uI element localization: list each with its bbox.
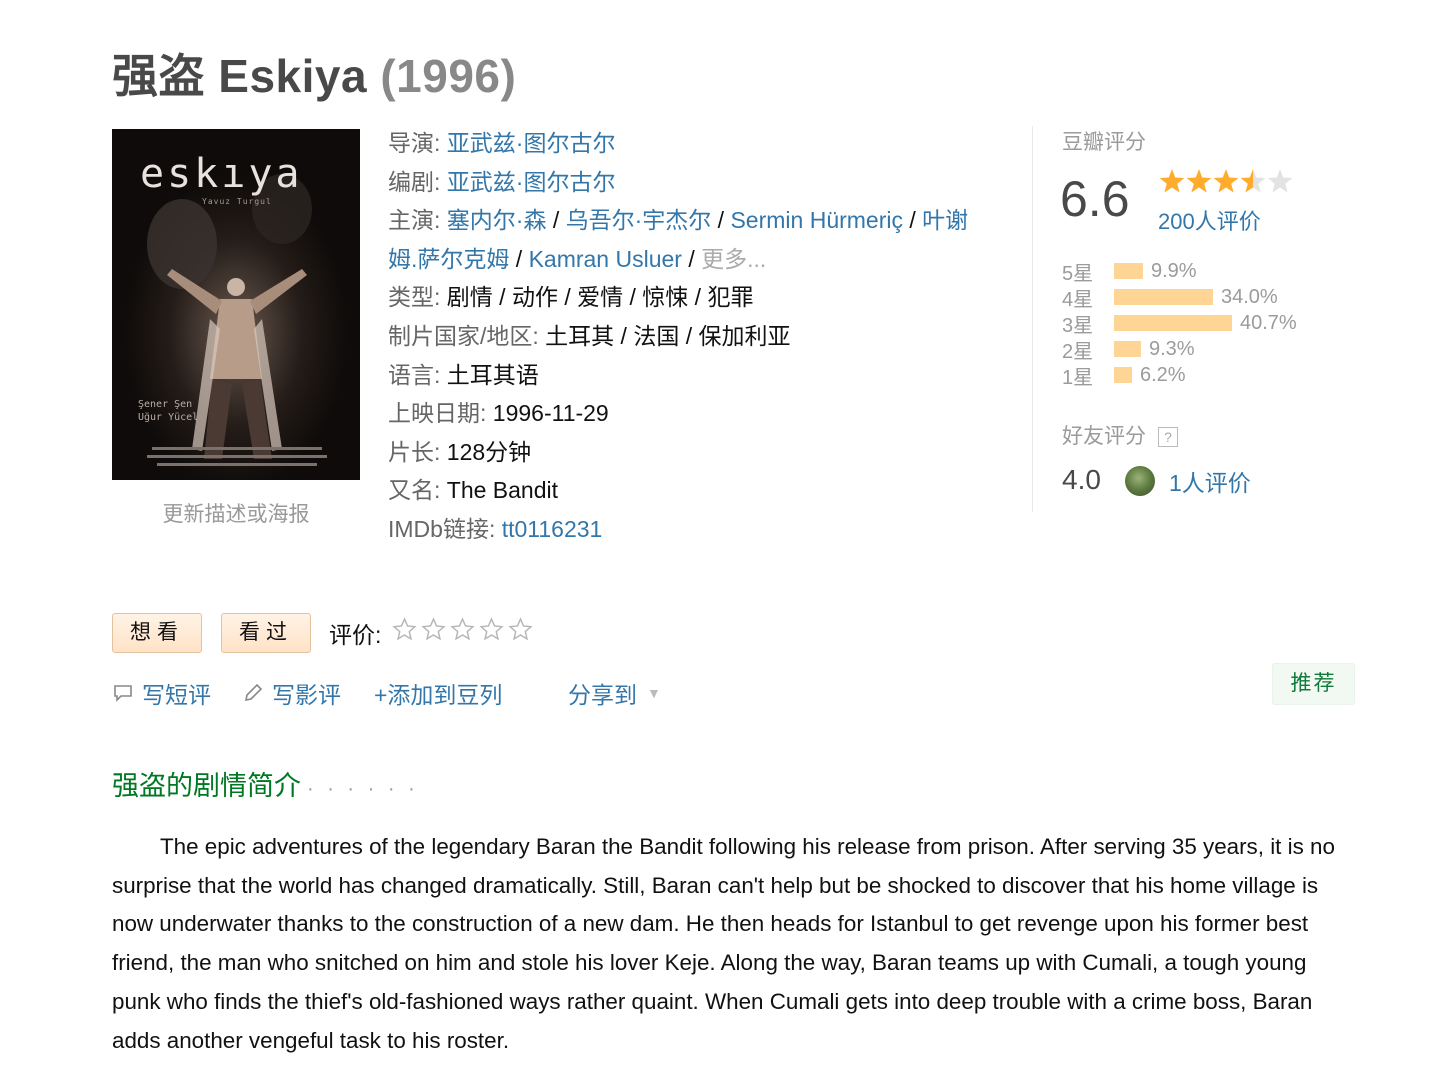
aka-value: The Bandit [446, 477, 559, 504]
synopsis-text: The epic adventures of the legendary Bar… [112, 834, 1335, 1053]
star-outline-icon[interactable] [479, 617, 504, 642]
info-country: 制片国家/地区: 土耳其 / 法国 / 保加利亚 [388, 322, 791, 349]
dist-row-5: 5星 9.9% [1062, 259, 1197, 285]
dist-bar [1114, 315, 1232, 331]
language-value: 土耳其语 [446, 361, 539, 388]
dist-bar [1114, 341, 1141, 357]
pencil-icon [244, 683, 263, 702]
star-icon [1267, 169, 1293, 193]
dist-row-2: 2星 9.3% [1062, 337, 1195, 363]
write-review-link[interactable]: 写影评 [242, 676, 341, 710]
rating-label: 豆瓣评分 [1062, 131, 1146, 154]
rate-label: 评价: [329, 622, 382, 648]
star-outline-icon[interactable] [450, 617, 475, 642]
rating-count-link[interactable]: 200人评价 [1158, 204, 1261, 236]
genre-value: 剧情 / 动作 / 爱情 / 惊悚 / 犯罪 [446, 284, 754, 311]
dist-bar [1114, 289, 1213, 305]
star-icon [1186, 169, 1212, 193]
info-release: 上映日期: 1996-11-29 [388, 400, 609, 427]
star-icon [1159, 169, 1185, 193]
dist-bar [1114, 367, 1132, 383]
recommend-button[interactable]: 推荐 [1272, 663, 1355, 705]
info-cast-cont: 姆.萨尔克姆 / Kamran Usluer / 更多... [388, 245, 767, 272]
dist-row-4: 4星 34.0% [1062, 285, 1278, 311]
release-value: 1996-11-29 [492, 400, 609, 427]
rate-stars [392, 617, 533, 642]
help-icon[interactable]: ? [1158, 427, 1178, 448]
cast-link[interactable]: Kamran Usluer [529, 246, 682, 272]
poster-cast-1: Şener Şen [138, 399, 193, 410]
dist-bar [1114, 263, 1143, 279]
friend-rating-label: 好友评分? [1062, 420, 1178, 450]
movie-info: 导演: 亚武兹·图尔古尔 编剧: 亚武兹·图尔古尔 主演: 塞内尔·森 / 乌吾… [388, 124, 1003, 549]
friend-score: 4.0 [1062, 464, 1101, 495]
comment-icon [114, 685, 132, 702]
star-outline-icon[interactable] [392, 617, 417, 642]
info-writer: 编剧: 亚武兹·图尔古尔 [388, 168, 616, 195]
short-review-link[interactable]: 写短评 [112, 676, 211, 710]
page-title: 强盗 Eskiya (1996) [112, 40, 516, 106]
title-cn: 强盗 [112, 50, 205, 102]
country-value: 土耳其 / 法国 / 保加利亚 [545, 322, 791, 349]
update-poster-link[interactable]: 更新描述或海报 [112, 498, 360, 528]
imdb-link[interactable]: tt0116231 [502, 516, 603, 542]
cast-link[interactable]: 塞内尔·森 [447, 207, 547, 233]
star-outline-icon[interactable] [508, 617, 533, 642]
poster-title-art: eskıya [140, 151, 303, 197]
star-outline-icon[interactable] [421, 617, 446, 642]
cast-link[interactable]: 乌吾尔·宇杰尔 [566, 207, 712, 233]
poster-director: Yavuz Turgul [202, 197, 272, 206]
cast-link[interactable]: Sermin Hürmeriç [730, 207, 903, 233]
title-year: (1996) [380, 50, 517, 102]
share-link[interactable]: 分享到 ▼ [568, 676, 661, 710]
runtime-value: 128分钟 [446, 438, 532, 465]
info-runtime: 片长: 128分钟 [388, 438, 532, 465]
dist-row-3: 3星 40.7% [1062, 311, 1297, 337]
rating-distribution: 5星 9.9% 4星 34.0% 3星 40.7% 2星 9.3% 1星 6.2% [1062, 258, 1297, 389]
movie-page: 强盗 Eskiya (1996) eskıya Yavuz Turgul Şen… [0, 0, 1429, 1080]
watched-button[interactable]: 看过 [221, 613, 311, 653]
add-to-list-link[interactable]: +添加到豆列 [374, 676, 502, 710]
rating-score: 6.6 [1060, 171, 1130, 227]
cast-more-link[interactable]: 更多... [701, 246, 766, 272]
cast-link[interactable]: 姆.萨尔克姆 [388, 246, 509, 272]
info-language: 语言: 土耳其语 [388, 361, 539, 388]
writer-link[interactable]: 亚武兹·图尔古尔 [447, 169, 616, 195]
star-icon [1240, 169, 1266, 193]
info-director: 导演: 亚武兹·图尔古尔 [388, 130, 616, 156]
info-cast: 主演: 塞内尔·森 / 乌吾尔·宇杰尔 / Sermin Hürmeriç / … [388, 207, 969, 234]
info-aka: 又名: The Bandit [388, 477, 559, 504]
star-icon [1213, 169, 1239, 193]
chevron-down-icon: ▼ [647, 685, 661, 701]
rating-panel: 豆瓣评分 6.6 200人评价 5星 9.9% 4星 34.0% 3星 40.7% 2… [1032, 126, 1363, 512]
friend-count-link[interactable]: 1人评价 [1169, 464, 1251, 498]
dist-row-1: 1星 6.2% [1062, 363, 1186, 389]
synopsis-heading: 强盗的剧情简介 · · · · · · [112, 771, 419, 801]
info-imdb: IMDb链接: tt0116231 [388, 515, 603, 542]
info-genre: 类型: 剧情 / 动作 / 爱情 / 惊悚 / 犯罪 [388, 284, 754, 311]
movie-poster[interactable]: eskıya Yavuz Turgul Şener Şen Uğur Yücel [112, 129, 360, 480]
want-to-watch-button[interactable]: 想看 [112, 613, 202, 653]
title-en: Eskiya [218, 50, 368, 102]
director-link[interactable]: 亚武兹·图尔古尔 [447, 130, 616, 156]
poster-cast-2: Uğur Yücel [138, 412, 199, 423]
cast-link[interactable]: 叶谢 [922, 207, 968, 233]
avatar[interactable] [1125, 466, 1155, 496]
rating-stars [1159, 168, 1299, 201]
